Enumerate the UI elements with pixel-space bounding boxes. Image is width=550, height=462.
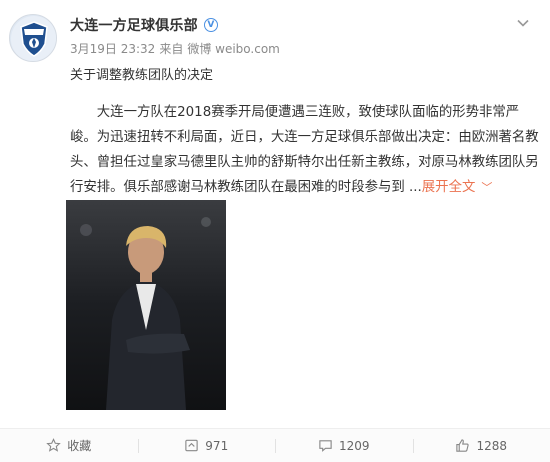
- like-icon: [456, 439, 470, 452]
- author-name[interactable]: 大连一方足球俱乐部: [70, 15, 198, 35]
- weibo-post-card: 大连一方足球俱乐部 V 3月19日 23:32 来自 微博 weibo.com …: [0, 0, 550, 462]
- repost-icon: [185, 439, 198, 452]
- like-button[interactable]: 1288: [412, 429, 550, 462]
- club-logo-icon: [11, 16, 56, 61]
- like-count: 1288: [476, 438, 508, 453]
- post-photo[interactable]: [66, 200, 226, 410]
- repost-button[interactable]: 971: [137, 429, 276, 462]
- comment-icon: [319, 440, 332, 452]
- post-meta: 3月19日 23:32 来自 微博 weibo.com: [70, 40, 280, 57]
- post-date[interactable]: 3月19日 23:32: [70, 40, 155, 57]
- post-body: 大连一方队在2018赛季开局便遭遇三连败，致使球队面临的形势非常严峻。为迅速扭转…: [70, 100, 540, 200]
- favorite-button[interactable]: 收藏: [0, 429, 138, 462]
- expand-chevron-icon[interactable]: ﹀: [481, 181, 492, 194]
- author-row: 大连一方足球俱乐部 V: [70, 15, 218, 35]
- post-source[interactable]: 微博 weibo.com: [187, 40, 280, 57]
- post-subtitle: 关于调整教练团队的决定: [70, 68, 214, 83]
- source-prefix: 来自: [159, 42, 184, 56]
- comment-count: 1209: [338, 438, 370, 453]
- coach-photo-image: [66, 200, 226, 410]
- action-bar: 收藏 971 1209 1288: [0, 428, 550, 462]
- star-icon: [46, 438, 61, 452]
- verified-icon: V: [203, 18, 218, 32]
- club-avatar[interactable]: [9, 14, 57, 62]
- repost-count: 971: [205, 438, 229, 453]
- expand-full-text-link[interactable]: 展开全文: [422, 180, 476, 195]
- chevron-down-icon[interactable]: [516, 16, 530, 30]
- favorite-label: 收藏: [67, 439, 92, 453]
- comment-button[interactable]: 1209: [275, 429, 413, 462]
